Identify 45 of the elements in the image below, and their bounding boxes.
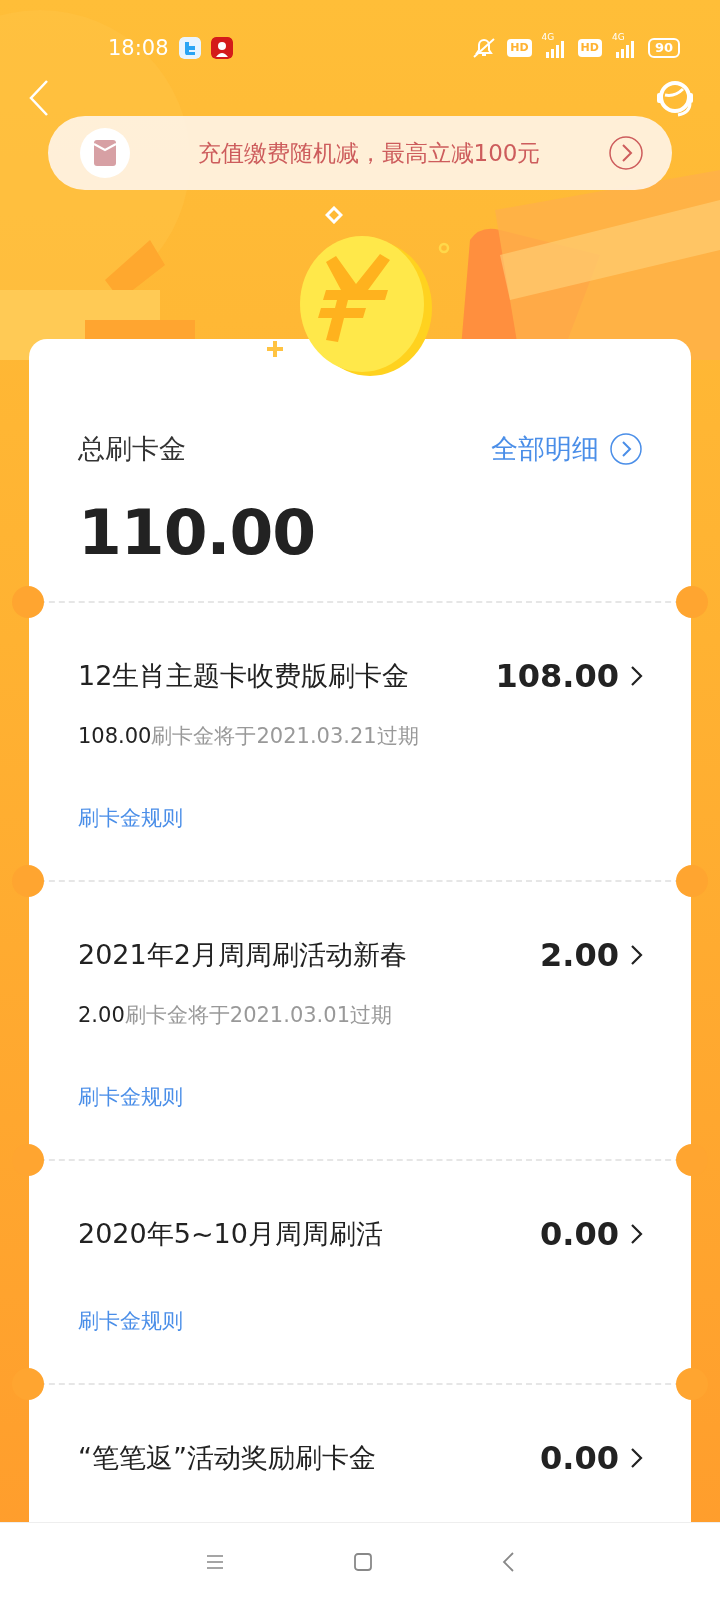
sparkle-icon [266,340,284,358]
rules-link[interactable]: 刷卡金规则 [78,1082,183,1112]
item-title: 2021年2月周周刷活动新春 [78,938,408,972]
back-icon[interactable] [501,1550,515,1573]
network-label: 4G [611,33,625,42]
expiry-note: 108.00刷卡金将于2021.03.21过期 [78,723,420,750]
total-label: 总刷卡金 [78,432,187,466]
promo-banner[interactable]: 充值缴费随机减，最高立减100元 [48,116,672,190]
details-link[interactable]: 全部明细 [491,431,599,467]
figure-app-icon [210,37,233,59]
chevron-right-icon[interactable] [629,1222,643,1246]
card-notch [12,1368,44,1400]
network-label: 4G [541,33,555,42]
rules-link[interactable]: 刷卡金规则 [78,803,183,833]
ring-icon [438,242,450,254]
battery-indicator: 90 [647,38,680,58]
hd-label: HD [577,39,602,57]
card-notch [12,865,44,897]
clock: 18:08 [108,36,169,60]
chevron-right-icon[interactable] [629,943,643,967]
item-amount: 0.00 [540,1215,619,1253]
card-notch [12,586,44,618]
menu-icon[interactable] [205,1552,225,1571]
item-title: “笔笔返”活动奖励刷卡金 [78,1441,377,1475]
item-amount: 108.00 [495,657,619,695]
bird-app-icon [178,37,201,59]
chevron-right-icon[interactable] [629,664,643,688]
card-notch [676,586,708,618]
total-amount: 110.00 [78,495,316,571]
item-title: 2020年5~10月周周刷活 [78,1217,384,1251]
arrow-right-icon [608,135,644,171]
promo-text: 充值缴费随机减，最高立减100元 [196,138,542,168]
item-amount: 2.00 [540,936,619,974]
expiry-note: 2.00刷卡金将于2021.03.01过期 [78,1002,393,1029]
rules-link[interactable]: 刷卡金规则 [78,1306,183,1336]
card-notch [676,1368,708,1400]
chevron-right-icon[interactable] [629,1446,643,1470]
hd-label: HD [507,39,532,57]
arrow-right-icon[interactable] [609,432,643,466]
item-title: 12生肖主题卡收费版刷卡金 [78,659,411,693]
item-amount: 0.00 [540,1439,619,1477]
envelope-icon [80,128,130,178]
card-notch [676,865,708,897]
home-icon[interactable] [353,1551,373,1572]
diamond-icon [325,206,343,224]
